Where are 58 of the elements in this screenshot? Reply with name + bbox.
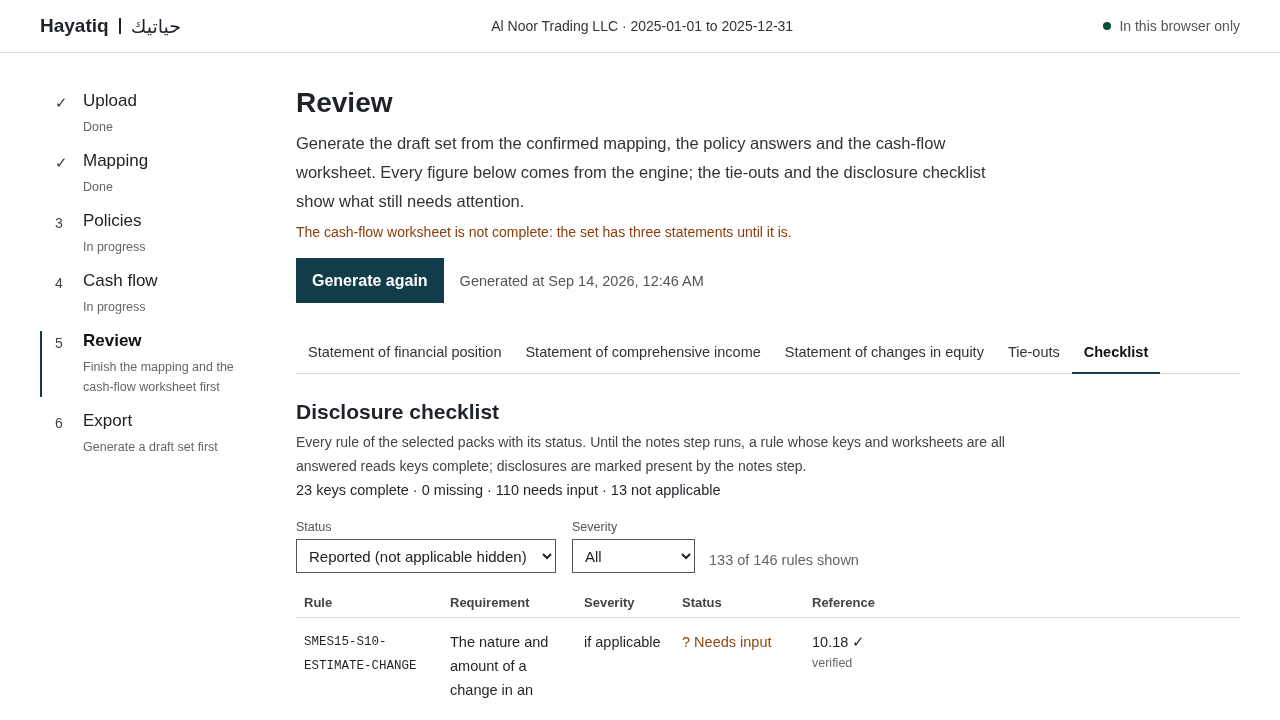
tab[interactable]: Statement of changes in equity <box>772 331 996 374</box>
step-item[interactable]: 4 Cash flow In progress <box>40 271 296 317</box>
generated-time: Generated at Sep 14, 2026, 12:46 AM <box>459 272 704 289</box>
step-status: Finish the mapping and the cash-flow worksheet first <box>83 359 235 396</box>
step-number: 4 <box>55 274 64 293</box>
step-status: Done <box>83 179 114 196</box>
filter-label: Severity <box>572 520 619 534</box>
rule-count: 133 of 146 rules shown <box>709 552 859 570</box>
step-label: Review <box>83 331 143 351</box>
column-header: Reference <box>804 587 1240 618</box>
checklist-summary: 23 keys complete · 0 missing · 110 needs input · 13 not applicable <box>296 482 722 498</box>
tab[interactable]: Statement of financial position <box>296 331 514 374</box>
status-cell: ? Needs input <box>674 617 804 714</box>
brand-arabic: حياتيك <box>130 15 181 37</box>
tab[interactable]: Checklist <box>1071 331 1161 374</box>
step-number: 3 <box>55 214 64 233</box>
column-header: Requirement <box>442 587 576 618</box>
step-label: Export <box>83 411 134 431</box>
step-item[interactable]: ✓ Upload Done <box>40 91 296 137</box>
section-title: Disclosure checklist <box>296 400 501 424</box>
step-label: Upload <box>83 91 138 111</box>
column-header: Severity <box>576 587 674 618</box>
column-header: Rule <box>296 587 442 618</box>
step-item[interactable]: 5 Review Finish the mapping and the cash-flow worksheet first <box>40 331 296 397</box>
rule-id: SMES15-S10-ESTIMATE-CHANGE <box>296 617 442 714</box>
requirement-cell: The nature and amount of a change in an <box>442 617 576 714</box>
company-period: Al Noor Trading LLC · 2025-01-01 to 2025-12-31 <box>491 18 794 34</box>
intro-text: Generate the draft set from the confirmed mapping, the policy answers and the cash-flow worksheet. Every figure below comes from the engine; the tie-outs and the disclosure checklist show what still needs attention. <box>296 133 987 212</box>
tab[interactable]: Statement of comprehensive income <box>513 331 773 374</box>
step-item[interactable]: 6 Export Generate a draft set first <box>40 411 296 457</box>
step-item[interactable]: 3 Policies In progress <box>40 211 296 257</box>
page-title: Review <box>296 87 394 119</box>
reference-note: verified <box>812 655 854 672</box>
filter-label: Status <box>296 520 333 534</box>
step-label: Cash flow <box>83 271 159 291</box>
severity-cell: if applicable <box>576 617 674 714</box>
brand-name: Hayatiq <box>40 15 109 37</box>
generate-button[interactable]: Generate again <box>296 258 444 303</box>
step-label: Mapping <box>83 151 150 171</box>
filter-dropdown[interactable]: Reported (not applicable hidden) <box>296 539 556 573</box>
step-status: Generate a draft set first <box>83 439 219 456</box>
step-label: Policies <box>83 211 143 231</box>
step-number: 5 <box>55 334 64 353</box>
column-header: Status <box>674 587 804 618</box>
reference-cell-text: 10.18 ✓ <box>812 633 867 652</box>
step-number: 6 <box>55 414 64 433</box>
check-icon: ✓ <box>55 151 83 197</box>
step-status: In progress <box>83 299 147 316</box>
check-icon: ✓ <box>55 91 83 137</box>
filter-dropdown[interactable]: All <box>572 539 695 573</box>
step-item[interactable]: ✓ Mapping Done <box>40 151 296 197</box>
step-status: Done <box>83 119 114 136</box>
storage-note: In this browser only <box>1119 18 1240 34</box>
warning-text: The cash-flow worksheet is not complete: the set has three statements until it is. <box>296 224 793 240</box>
tab[interactable]: Tie-outs <box>995 331 1072 374</box>
checklist-description: Every rule of the selected packs with its status. Until the notes step runs, a rule whose keys and worksheets are all answered reads keys complete; disclosures are marked present by the notes step. <box>296 433 1006 476</box>
status-dot-icon <box>1103 22 1112 30</box>
step-status: In progress <box>83 239 147 256</box>
